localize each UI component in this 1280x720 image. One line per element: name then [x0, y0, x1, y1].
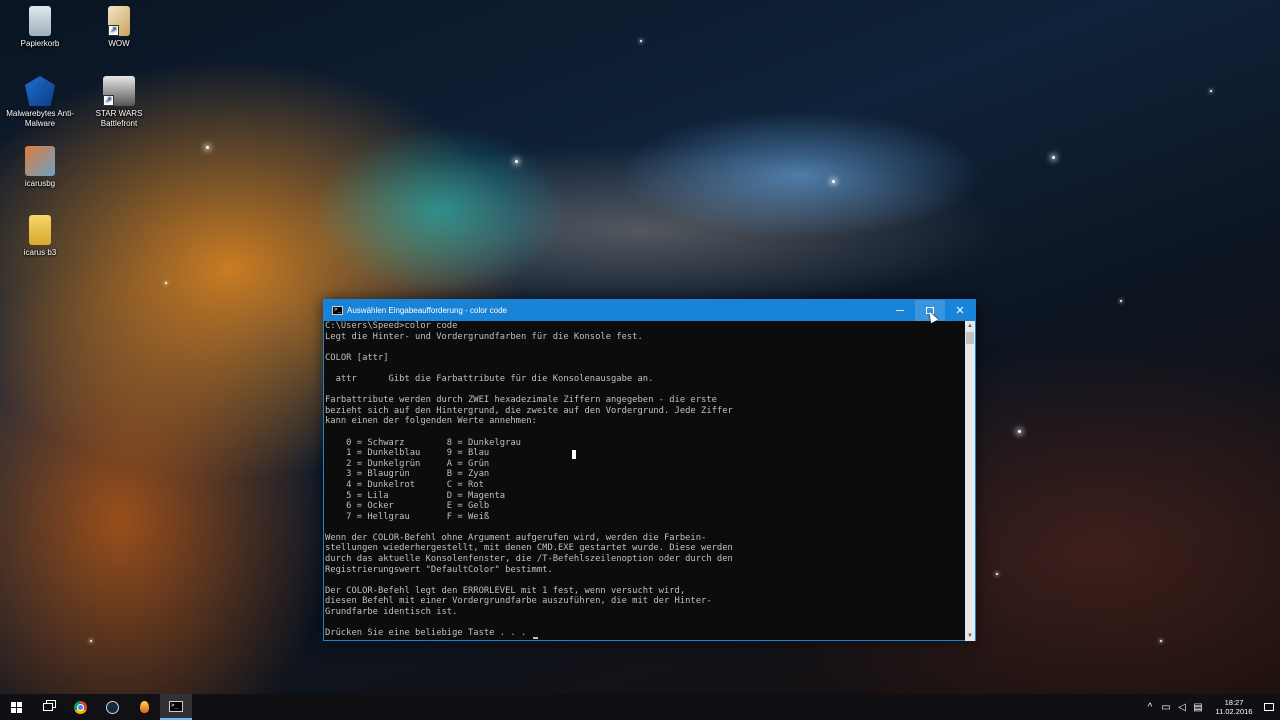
desktop-icon-label: Malwarebytes Anti-Malware: [6, 109, 74, 128]
cmd-icon: >_: [332, 306, 343, 315]
console-line: Wenn der COLOR-Befehl ohne Argument aufg…: [325, 532, 707, 543]
minimize-icon: ─: [896, 304, 904, 317]
star: [1018, 430, 1021, 433]
steam-icon: [105, 700, 119, 714]
console-line: bezieht sich auf den Hintergrund, die zw…: [325, 405, 733, 416]
taskbar-app-steam[interactable]: [96, 694, 128, 720]
star: [90, 640, 92, 642]
close-button[interactable]: ✕: [945, 300, 975, 321]
console-line: 5 = Lila D = Magenta: [325, 490, 506, 501]
console-line: diesen Befehl mit einer Vordergrundfarbe…: [325, 596, 712, 607]
command-prompt-window[interactable]: >_ Auswählen Eingabeaufforderung - color…: [323, 299, 976, 641]
network-icon[interactable]: ▭: [1159, 702, 1173, 713]
desktop-icon-recycle-bin[interactable]: Papierkorb: [5, 6, 75, 49]
wow-shortcut-icon: ↗: [108, 6, 130, 36]
desktop-icon-label: icarus b3: [23, 248, 57, 257]
flame-icon: [139, 701, 149, 713]
star: [832, 180, 835, 183]
console-line: COLOR [attr]: [325, 352, 389, 363]
malwarebytes-icon: [25, 76, 55, 106]
windows-logo-icon: [10, 701, 22, 713]
star: [206, 146, 209, 149]
star: [1210, 90, 1212, 92]
minimize-button[interactable]: ─: [885, 300, 915, 321]
star: [1052, 156, 1055, 159]
taskbar-app-chrome[interactable]: [64, 694, 96, 720]
desktop-icon-icarusbg[interactable]: icarusbg: [5, 146, 75, 189]
text-cursor: [572, 450, 576, 459]
desktop-icon-label: STAR WARS Battlefront: [95, 109, 143, 128]
chrome-icon: [73, 700, 87, 714]
taskbar: >_ ^ ▭ ◁ ▤ 18:27 11.02.2016: [0, 694, 1280, 720]
clock-time: 18:27: [1224, 698, 1244, 707]
notification-icon: [1264, 703, 1274, 711]
console-output[interactable]: C:\Users\Speed>color code Legt die Hinter…: [325, 321, 965, 641]
window-titlebar[interactable]: >_ Auswählen Eingabeaufforderung - color…: [324, 300, 975, 321]
scroll-up-icon[interactable]: ▲: [965, 321, 975, 331]
scrollbar-thumb[interactable]: [966, 332, 974, 344]
window-title: Auswählen Eingabeaufforderung - color co…: [347, 306, 507, 315]
vertical-scrollbar[interactable]: ▲ ▼: [965, 321, 975, 641]
input-cursor: [532, 636, 538, 639]
console-line: attr Gibt die Farbattribute für die Kons…: [325, 373, 654, 384]
console-line: stellungen wiederhergestellt, mit denen …: [325, 543, 733, 554]
star: [1160, 640, 1162, 642]
star: [165, 282, 167, 284]
star: [640, 40, 642, 42]
taskbar-app-cmd[interactable]: >_: [160, 694, 192, 720]
chevron-up-icon[interactable]: ^: [1143, 702, 1157, 713]
desktop-icon-star-wars-battlefront[interactable]: ↗ STAR WARS Battlefront: [84, 76, 154, 129]
desktop-icon-wow[interactable]: ↗ WOW: [84, 6, 154, 49]
console-line: 4 = Dunkelrot C = Rot: [325, 479, 484, 490]
console-line: 3 = Blaugrün B = Zyan: [325, 469, 490, 480]
image-file-icon: [25, 146, 55, 176]
volume-icon[interactable]: ◁: [1175, 702, 1189, 713]
console-line: 2 = Dunkelgrün A = Grün: [325, 458, 490, 469]
console-line: 0 = Schwarz 8 = Dunkelgrau: [325, 437, 521, 448]
star: [1120, 300, 1122, 302]
console-line: Registrierungswert "DefaultColor" bestim…: [325, 564, 553, 575]
folder-icon: [29, 215, 51, 245]
console-line: Legt die Hinter- und Vordergrundfarben f…: [325, 331, 643, 342]
cmd-icon: >_: [169, 700, 183, 712]
desktop-icon-label: Papierkorb: [20, 39, 60, 48]
console-line: C:\Users\Speed>color code: [325, 321, 458, 331]
system-tray: ^ ▭ ◁ ▤ 18:27 11.02.2016: [1142, 694, 1280, 720]
clock-date: 11.02.2016: [1215, 707, 1253, 716]
star: [996, 573, 998, 575]
star: [515, 160, 518, 163]
task-view-button[interactable]: [32, 694, 64, 720]
desktop-icon-malwarebytes[interactable]: Malwarebytes Anti-Malware: [5, 76, 75, 129]
clock[interactable]: 18:27 11.02.2016: [1210, 698, 1258, 716]
console-line: 7 = Hellgrau F = Weiß: [325, 511, 490, 522]
console-line: kann einen der folgenden Werte annehmen:: [325, 416, 537, 427]
console-line: durch das aktuelle Konsolenfenster, die …: [325, 554, 733, 565]
scroll-down-icon[interactable]: ▼: [965, 631, 975, 641]
console-line: Der COLOR-Befehl legt den ERRORLEVEL mit…: [325, 585, 686, 596]
desktop-icon-label: icarusbg: [24, 179, 56, 188]
notification-center-button[interactable]: [1258, 694, 1280, 720]
desktop-icon-icarus-b3[interactable]: icarus b3: [5, 215, 75, 258]
keyboard-icon[interactable]: ▤: [1191, 702, 1205, 713]
console-line: Grundfarbe identisch ist.: [325, 607, 458, 618]
close-icon: ✕: [955, 305, 965, 317]
star-wars-battlefront-icon: ↗: [103, 76, 135, 106]
console-line: 1 = Dunkelblau 9 = Blau: [325, 448, 490, 459]
start-button[interactable]: [0, 694, 32, 720]
task-view-icon: [43, 703, 53, 711]
console-line: Farbattribute werden durch ZWEI hexadezi…: [325, 395, 717, 406]
taskbar-app-game[interactable]: [128, 694, 160, 720]
console-line: Drücken Sie eine beliebige Taste . . .: [325, 628, 965, 639]
recycle-bin-icon: [29, 6, 51, 36]
desktop-icon-label: WOW: [108, 39, 130, 48]
console-line: 6 = Ocker E = Gelb: [325, 501, 490, 512]
